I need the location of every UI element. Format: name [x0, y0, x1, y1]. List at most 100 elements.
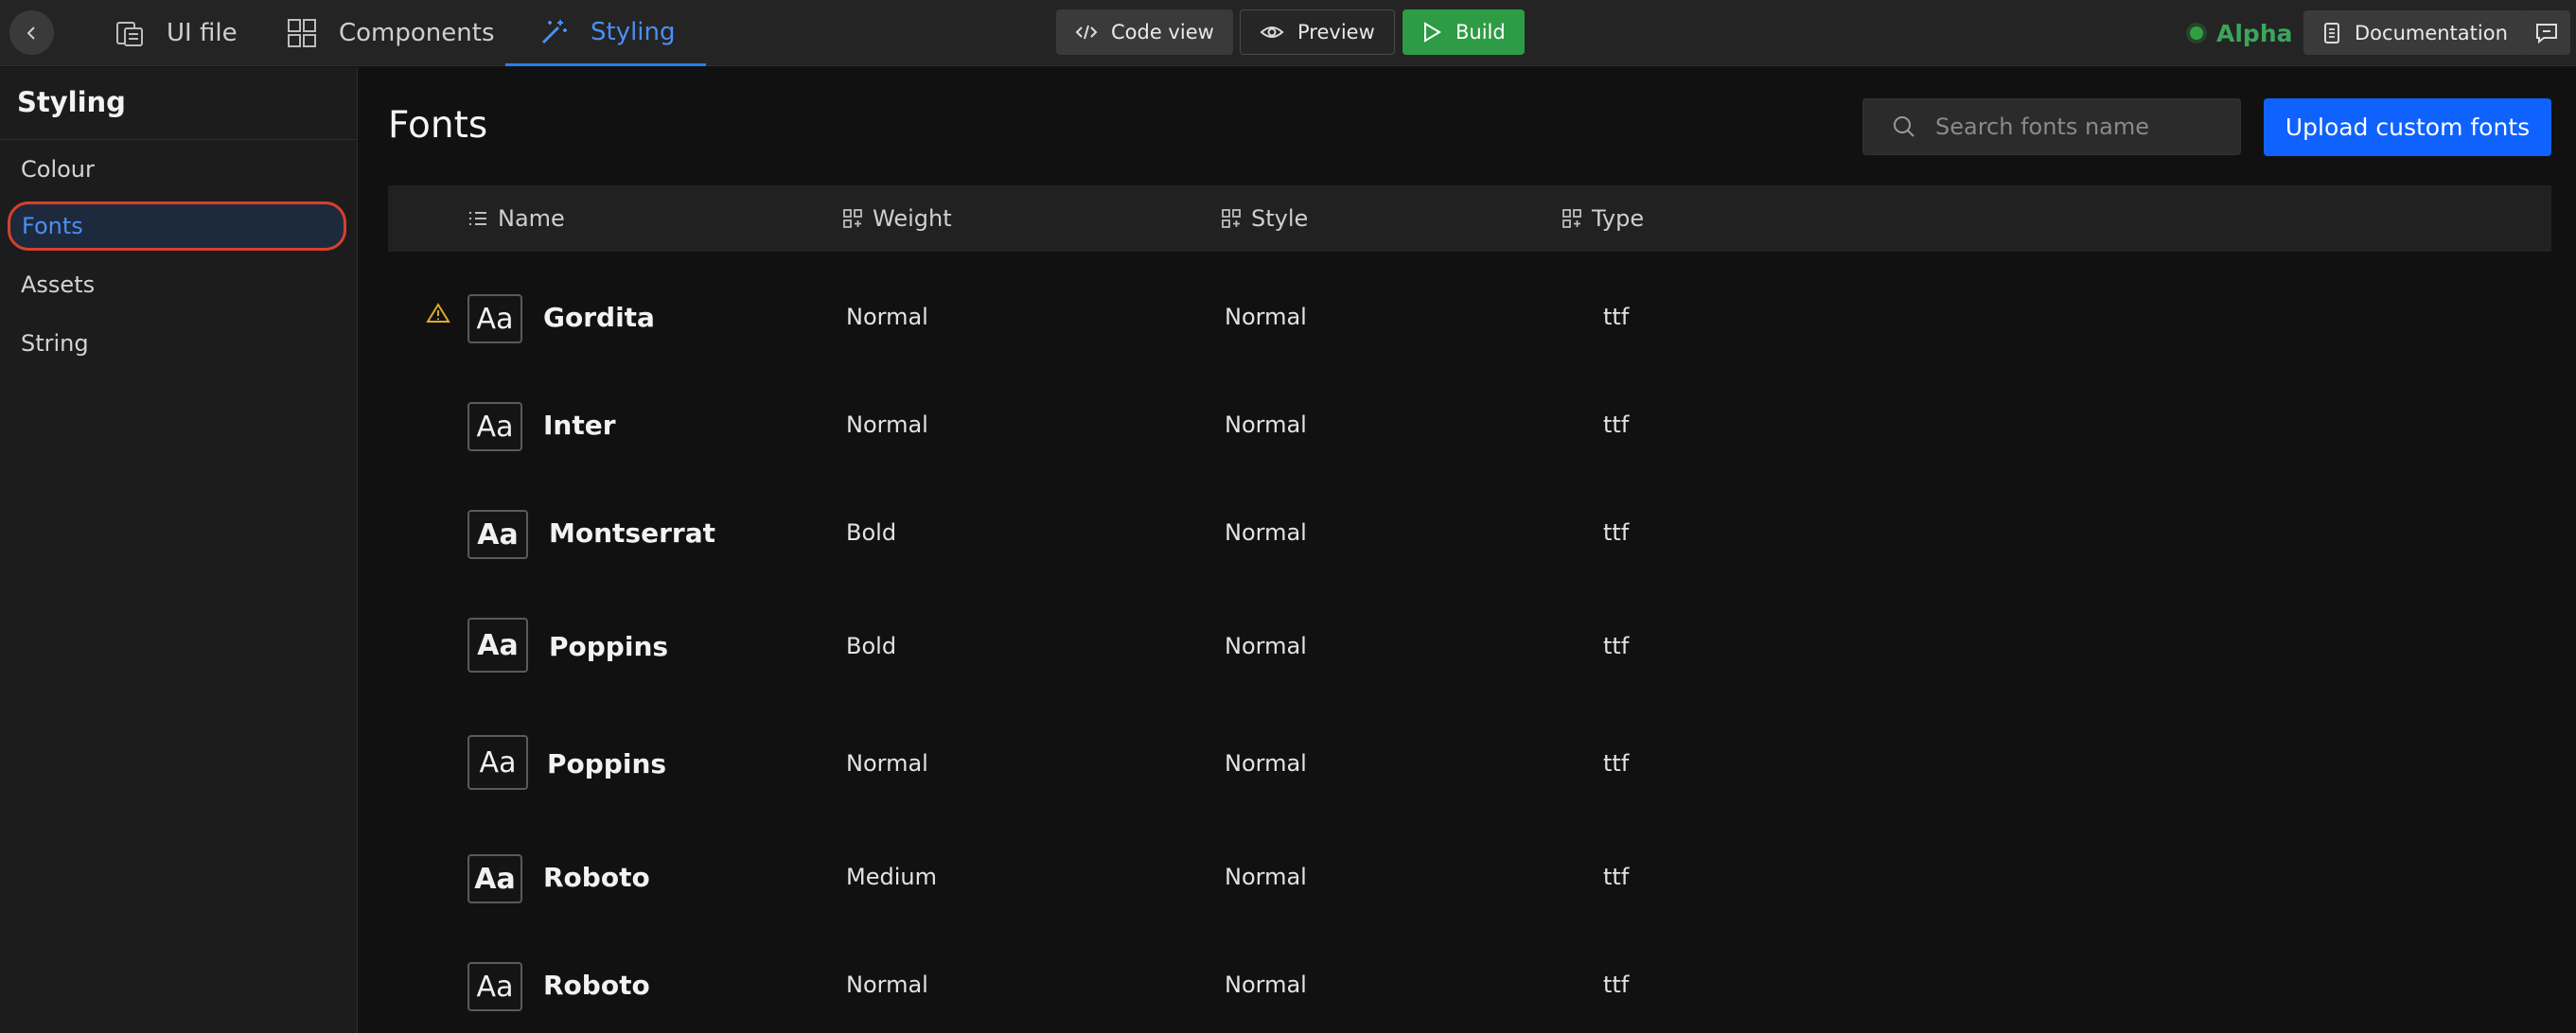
font-type: ttf	[1603, 304, 1630, 330]
column-header-label: Weight	[873, 205, 952, 232]
font-style: Normal	[1225, 750, 1307, 777]
column-header-label: Name	[498, 205, 565, 232]
sidebar: Styling Colour Fonts Assets String	[0, 67, 358, 1033]
code-icon	[1075, 25, 1098, 40]
sidebar-item-colour[interactable]: Colour	[8, 145, 346, 194]
top-bar: UI file Components Styling Code view Pre…	[0, 0, 2576, 66]
list-icon	[469, 212, 486, 225]
font-type: ttf	[1603, 864, 1630, 890]
play-icon	[1424, 22, 1441, 43]
font-name: Montserrat	[549, 517, 715, 549]
tab-styling-label: Styling	[591, 17, 676, 46]
table-row[interactable]: Aa Roboto Normal Normal ttf	[388, 936, 2551, 1030]
font-type: ttf	[1603, 972, 1630, 998]
font-preview-icon: Aa	[468, 510, 528, 559]
grid-add-icon	[1562, 209, 1581, 228]
chevron-left-icon	[26, 26, 35, 40]
font-preview-glyph: Aa	[477, 628, 519, 662]
table-row[interactable]: Aa Inter Normal Normal ttf	[388, 376, 2551, 470]
font-preview-glyph: Aa	[479, 745, 517, 779]
font-type: ttf	[1603, 633, 1630, 659]
sidebar-item-label: Fonts	[22, 213, 83, 239]
font-preview-glyph: Aa	[474, 862, 516, 896]
font-type: ttf	[1603, 411, 1630, 438]
font-preview-glyph: Aa	[476, 302, 514, 336]
search-input[interactable]	[1935, 114, 2219, 140]
font-type: ttf	[1603, 750, 1630, 777]
feedback-button[interactable]	[2523, 10, 2570, 55]
search-icon	[1894, 116, 1914, 137]
page-title: Fonts	[388, 104, 488, 147]
sidebar-item-label: Assets	[21, 271, 96, 298]
column-header-style[interactable]: Style	[1221, 185, 1308, 252]
table-row[interactable]: Aa Montserrat Bold Normal ttf	[388, 483, 2551, 578]
font-style: Normal	[1225, 633, 1307, 659]
build-button[interactable]: Build	[1403, 9, 1525, 55]
font-weight: Normal	[846, 972, 928, 998]
build-label: Build	[1456, 21, 1506, 44]
font-preview-icon: Aa	[468, 294, 522, 343]
font-name: Roboto	[543, 862, 650, 893]
sidebar-item-assets[interactable]: Assets	[8, 260, 346, 309]
code-view-label: Code view	[1111, 21, 1214, 44]
font-style: Normal	[1225, 304, 1307, 330]
table-row[interactable]: Aa Poppins Bold Normal ttf	[388, 597, 2551, 692]
preview-button[interactable]: Preview	[1240, 9, 1395, 55]
column-header-name[interactable]: Name	[468, 185, 565, 252]
tab-ui-file[interactable]: UI file	[114, 0, 238, 66]
column-header-label: Style	[1251, 205, 1309, 232]
preview-label: Preview	[1297, 21, 1375, 44]
font-weight: Normal	[846, 750, 928, 777]
font-style: Normal	[1225, 972, 1307, 998]
font-name: Gordita	[543, 302, 655, 333]
table-row[interactable]: Aa Gordita Normal Normal ttf	[388, 268, 2551, 362]
back-button[interactable]	[9, 10, 54, 55]
font-type: ttf	[1603, 519, 1630, 546]
font-name: Poppins	[549, 631, 669, 662]
feedback-icon	[2536, 23, 2557, 44]
status-label: Alpha	[2216, 19, 2293, 47]
font-preview-glyph: Aa	[477, 517, 519, 552]
font-weight: Normal	[846, 411, 928, 438]
column-header-label: Type	[1592, 205, 1645, 232]
font-style: Normal	[1225, 519, 1307, 546]
font-name: Poppins	[547, 748, 667, 779]
font-style: Normal	[1225, 411, 1307, 438]
font-weight: Normal	[846, 304, 928, 330]
font-preview-icon: Aa	[468, 854, 522, 903]
documentation-button[interactable]: Documentation	[2303, 10, 2527, 55]
table-row[interactable]: Aa Roboto Medium Normal ttf	[388, 828, 2551, 922]
tab-components[interactable]: Components	[286, 0, 495, 66]
eye-icon	[1260, 26, 1284, 38]
sidebar-item-fonts[interactable]: Fonts	[8, 201, 346, 251]
document-icon	[2324, 22, 2339, 44]
sidebar-title: Styling	[17, 86, 126, 118]
status-dot-icon	[2190, 26, 2203, 40]
font-preview-glyph: Aa	[476, 970, 514, 1004]
column-header-weight[interactable]: Weight	[842, 185, 952, 252]
tab-components-label: Components	[339, 19, 495, 47]
grid-add-icon	[843, 209, 862, 228]
grid-add-icon	[1222, 209, 1241, 228]
table-row[interactable]: Aa Poppins Normal Normal ttf	[388, 714, 2551, 809]
sidebar-item-string[interactable]: String	[8, 319, 346, 368]
warning-icon	[426, 303, 450, 323]
font-preview-icon: Aa	[468, 962, 522, 1011]
font-preview-icon: Aa	[468, 735, 528, 790]
table-header: Name Weight Style Type	[388, 185, 2551, 252]
components-icon	[286, 17, 318, 49]
font-weight: Bold	[846, 633, 897, 659]
search-box[interactable]	[1862, 98, 2241, 155]
font-weight: Bold	[846, 519, 897, 546]
tab-ui-file-label: UI file	[167, 19, 238, 47]
ui-file-icon	[114, 17, 146, 49]
sidebar-divider	[0, 139, 358, 140]
environment-status: Alpha	[2190, 17, 2292, 49]
font-weight: Medium	[846, 864, 937, 890]
font-name: Inter	[543, 410, 616, 441]
code-view-button[interactable]: Code view	[1056, 9, 1233, 55]
upload-custom-fonts-button[interactable]: Upload custom fonts	[2264, 98, 2551, 156]
sidebar-item-label: Colour	[21, 156, 95, 183]
tab-styling[interactable]: Styling	[505, 0, 706, 66]
column-header-type[interactable]: Type	[1561, 185, 1644, 252]
